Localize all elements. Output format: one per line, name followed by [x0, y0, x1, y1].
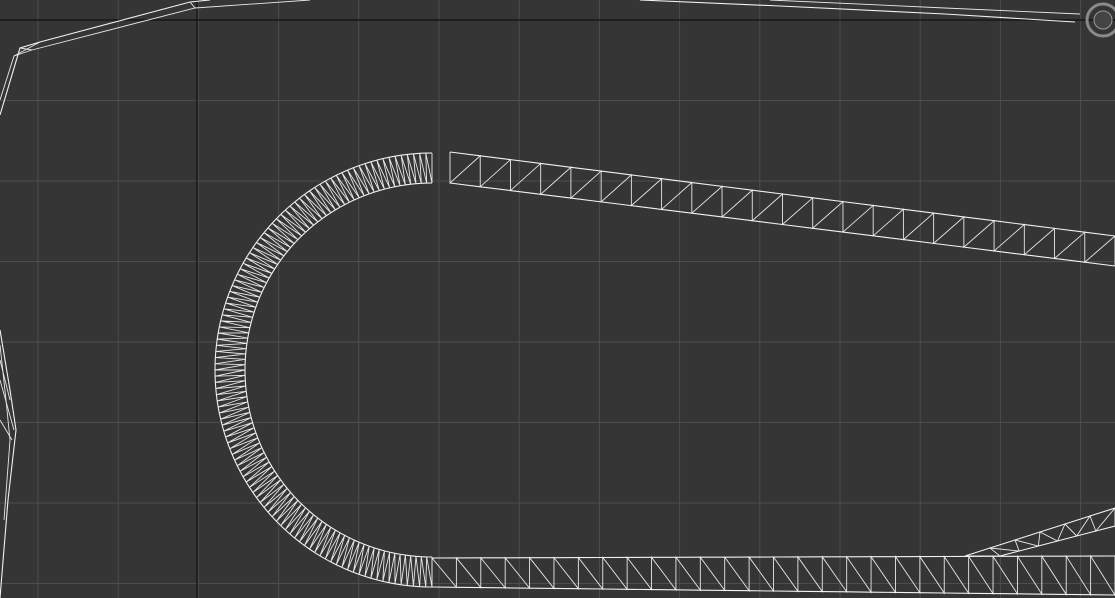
- world-axes: [0, 0, 1115, 598]
- fragment-top-left: [0, 0, 211, 116]
- scene-canvas[interactable]: [0, 0, 1115, 598]
- viewport[interactable]: [0, 0, 1115, 598]
- edge-fragments[interactable]: [0, 0, 1081, 598]
- track-mesh[interactable]: [214, 151, 1115, 597]
- track-curve-inner-edge: [244, 182, 433, 558]
- fragment-top-left-inner: [0, 0, 311, 101]
- track-top-straight: [449, 152, 1115, 266]
- grid: [0, 0, 1115, 598]
- track-bottom-straight: [431, 554, 1115, 597]
- fragment-top-right-inner: [769, 0, 1081, 15]
